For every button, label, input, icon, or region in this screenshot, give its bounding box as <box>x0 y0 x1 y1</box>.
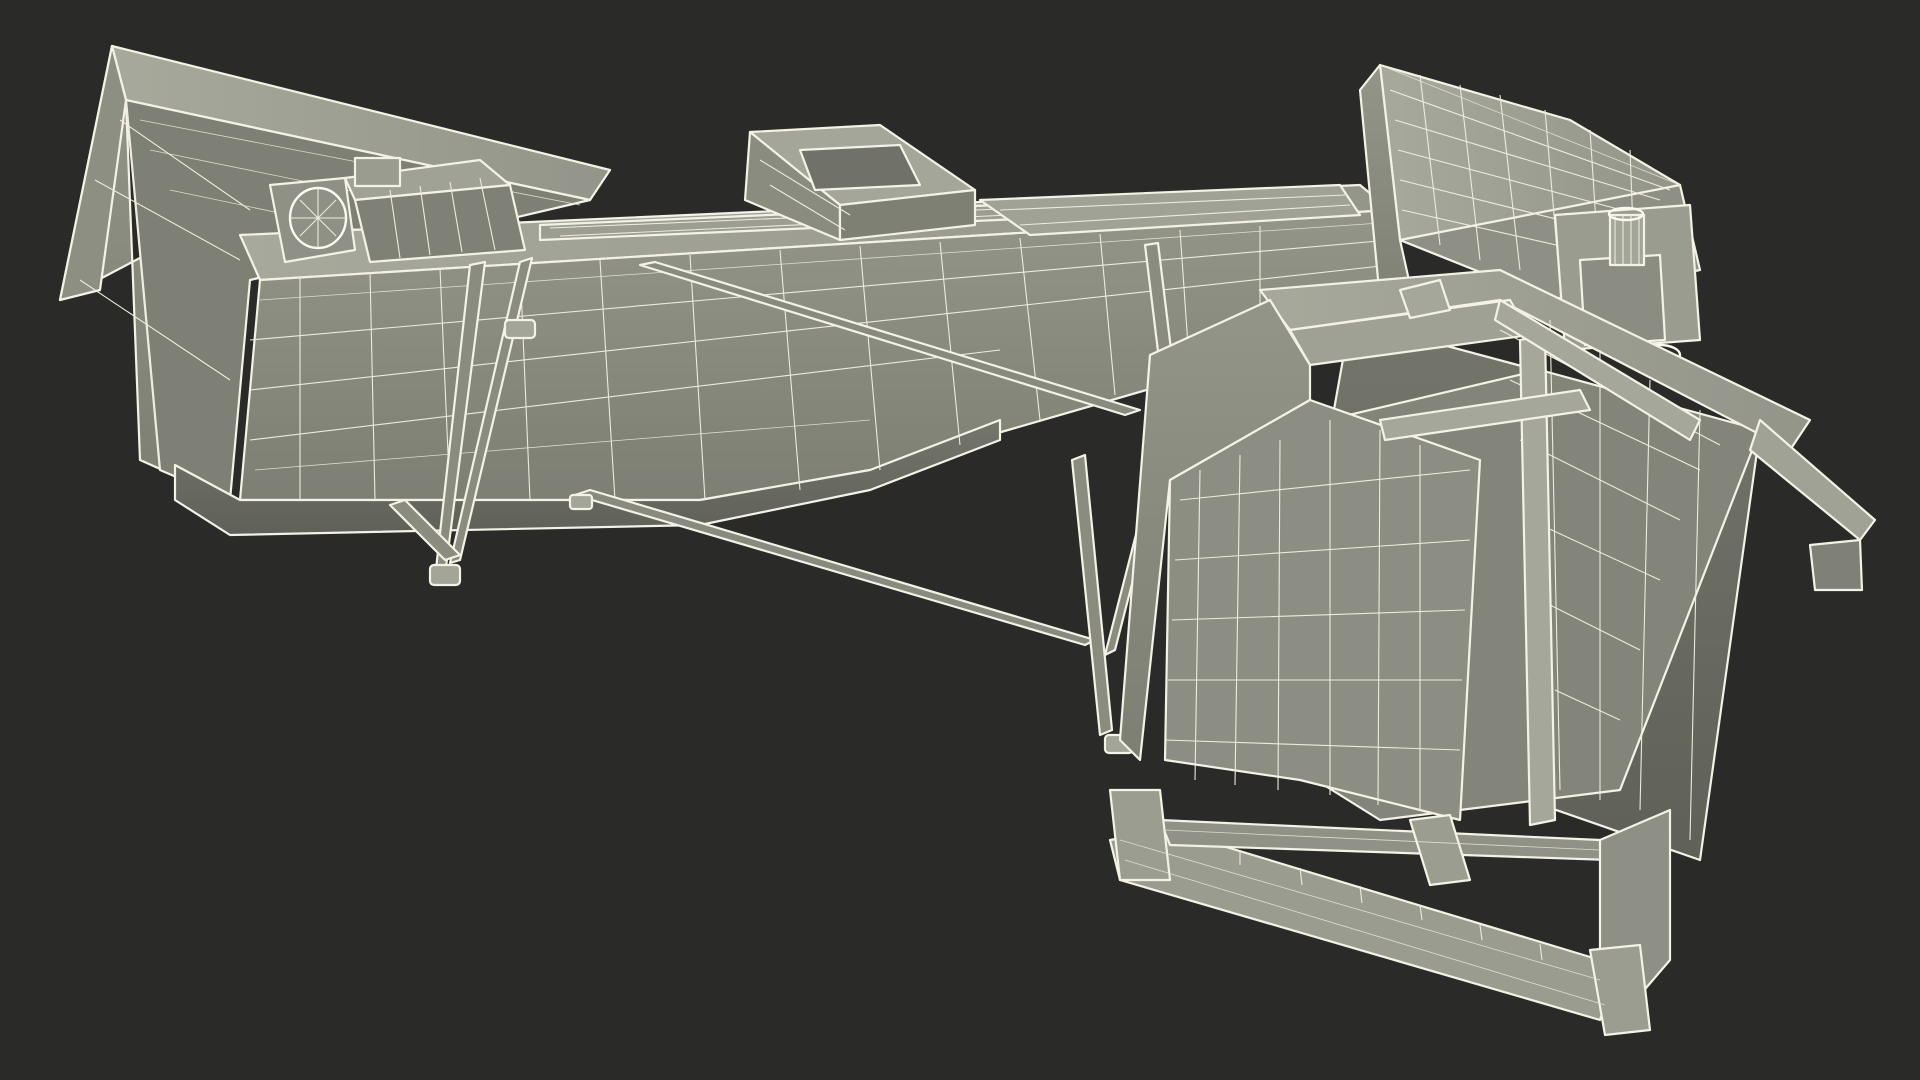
feed-hopper-frame <box>1108 268 1877 1037</box>
wireframe-model <box>58 44 1877 1037</box>
render-viewport <box>0 0 1920 1080</box>
